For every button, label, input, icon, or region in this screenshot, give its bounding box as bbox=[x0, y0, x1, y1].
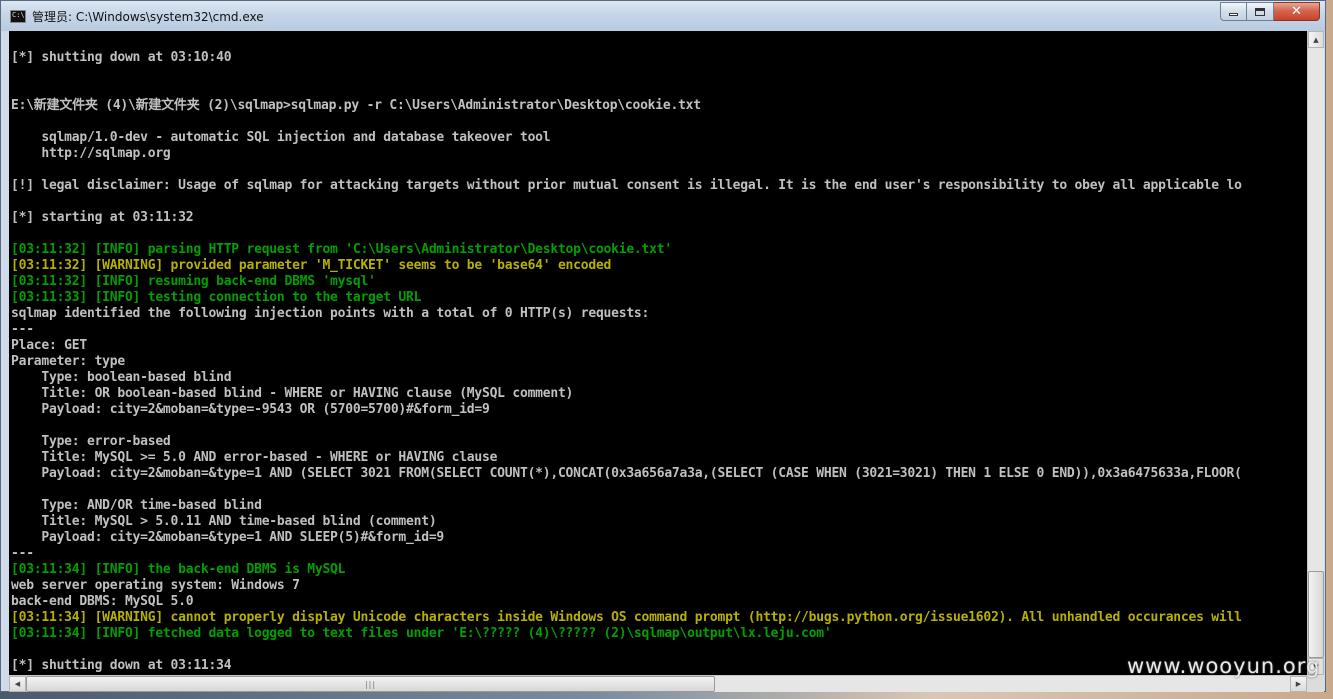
console-line: [03:11:34] [INFO] fetched data logged to… bbox=[11, 626, 832, 641]
scroll-grip-icon: ||| bbox=[364, 679, 377, 689]
console-line: --- bbox=[11, 322, 34, 337]
console-line: [03:11:33] [INFO] testing connection to … bbox=[11, 290, 422, 305]
console-line: [03:11:34] [INFO] the back-end DBMS is M… bbox=[11, 562, 346, 577]
window-title: 管理员: C:\Windows\system32\cmd.exe bbox=[32, 9, 264, 24]
console-line: --- bbox=[11, 546, 34, 561]
console-line: Payload: city=2&moban=&type=-9543 OR (57… bbox=[11, 402, 490, 417]
cmd-icon-text: C:\ bbox=[12, 10, 25, 19]
console-line: [!] legal disclaimer: Usage of sqlmap fo… bbox=[11, 178, 1242, 193]
console-line: sqlmap identified the following injectio… bbox=[11, 306, 650, 321]
scroll-left-arrow-icon[interactable]: ◀ bbox=[9, 676, 26, 692]
cmd-window: C:\ 管理员: C:\Windows\system32\cmd.exe ✕ [… bbox=[0, 0, 1326, 692]
console-line: web server operating system: Windows 7 bbox=[11, 578, 300, 593]
console-line: [*] starting at 03:11:32 bbox=[11, 210, 194, 225]
console-output[interactable]: [*] shutting down at 03:10:40 E:\新建文件夹 (4… bbox=[9, 31, 1307, 675]
console-line: Title: MySQL > 5.0.11 AND time-based bli… bbox=[11, 514, 437, 529]
console-line: [*] shutting down at 03:11:34 bbox=[11, 658, 232, 673]
horizontal-scroll-thumb[interactable]: ||| bbox=[26, 676, 715, 692]
watermark: www.wooyun.org bbox=[1127, 654, 1321, 678]
console-line: Title: MySQL >= 5.0 AND error-based - WH… bbox=[11, 450, 498, 465]
scroll-right-arrow-icon[interactable]: ▶ bbox=[1290, 676, 1307, 692]
console-line: [03:11:34] [WARNING] cannot properly dis… bbox=[11, 610, 1242, 625]
console-line: [*] shutting down at 03:10:40 bbox=[11, 50, 232, 65]
console-line: Parameter: type bbox=[11, 354, 125, 369]
horizontal-scrollbar[interactable]: ◀ ||| ▶ bbox=[9, 675, 1307, 692]
close-icon: ✕ bbox=[1291, 4, 1302, 19]
title-bar[interactable]: C:\ 管理员: C:\Windows\system32\cmd.exe ✕ bbox=[1, 1, 1325, 31]
console-line: Payload: city=2&moban=&type=1 AND (SELEC… bbox=[11, 466, 1242, 481]
console-line: Type: boolean-based blind bbox=[11, 370, 232, 385]
maximize-button[interactable] bbox=[1247, 2, 1274, 21]
console-line: [03:11:32] [INFO] resuming back-end DBMS… bbox=[11, 274, 376, 289]
console-line: [03:11:32] [WARNING] provided parameter … bbox=[11, 258, 612, 273]
console-line: sqlmap/1.0-dev - automatic SQL injection… bbox=[11, 130, 551, 145]
console-line: Payload: city=2&moban=&type=1 AND SLEEP(… bbox=[11, 530, 445, 545]
minimize-button[interactable] bbox=[1220, 2, 1247, 21]
scroll-up-arrow-icon[interactable]: ▲ bbox=[1308, 31, 1324, 48]
console-line: Place: GET bbox=[11, 338, 87, 353]
console-line: back-end DBMS: MySQL 5.0 bbox=[11, 594, 194, 609]
window-controls: ✕ bbox=[1220, 2, 1320, 21]
vertical-scroll-thumb[interactable] bbox=[1308, 571, 1324, 658]
console-line: Type: AND/OR time-based blind bbox=[11, 498, 262, 513]
console-line: Title: OR boolean-based blind - WHERE or… bbox=[11, 386, 574, 401]
console-line: [03:11:32] [INFO] parsing HTTP request f… bbox=[11, 242, 672, 257]
vertical-scrollbar[interactable]: ▲ ▼ bbox=[1307, 31, 1324, 675]
maximize-icon bbox=[1255, 7, 1265, 16]
minimize-icon bbox=[1229, 13, 1238, 16]
cmd-icon[interactable]: C:\ bbox=[10, 9, 26, 23]
console-line: http://sqlmap.org bbox=[11, 146, 171, 161]
console-line: E:\新建文件夹 (4)\新建文件夹 (2)\sqlmap>sqlmap.py … bbox=[11, 98, 701, 113]
console-line: Type: error-based bbox=[11, 434, 171, 449]
close-button[interactable]: ✕ bbox=[1274, 2, 1320, 21]
